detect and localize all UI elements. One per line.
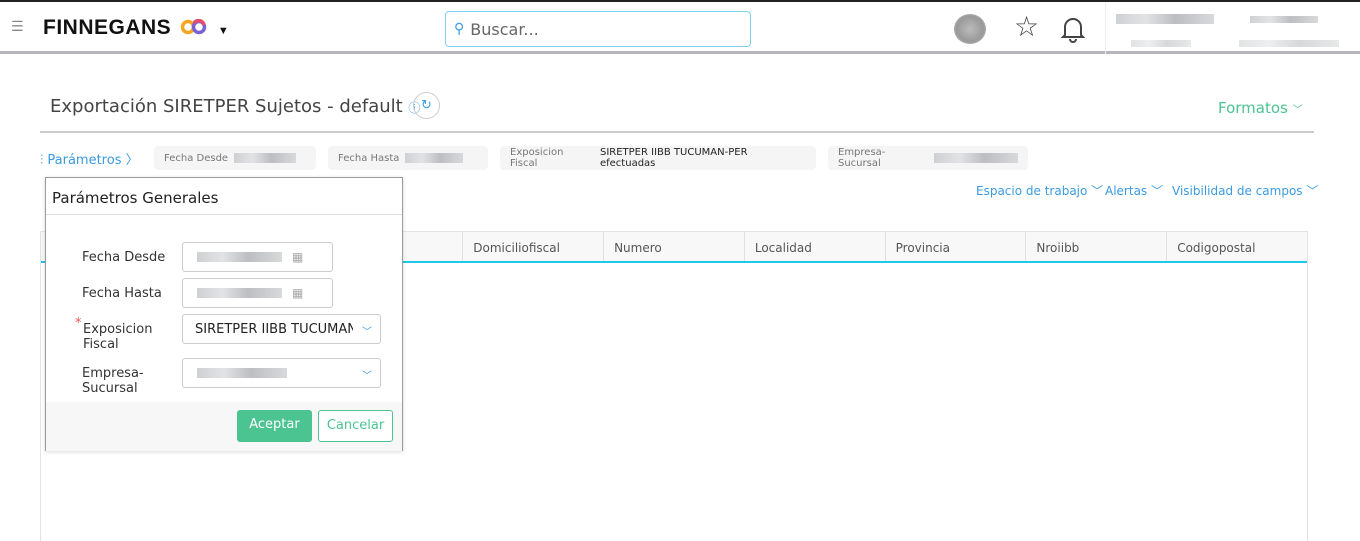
popup-footer: Aceptar Cancelar: [46, 402, 402, 451]
divider: [40, 131, 1314, 133]
chevron-down-icon: ﹀: [1292, 105, 1303, 116]
workspace-dropdown[interactable]: Espacio de trabajo ﹀: [976, 182, 1103, 199]
chip-fecha-hasta[interactable]: Fecha Hasta: [328, 146, 488, 170]
exposicion-fiscal-select[interactable]: SIRETPER IIBB TUCUMAN ﹀: [182, 314, 381, 344]
top-bar: ☰ FINNEGANS ▼ ⚲ Buscar... ☆: [0, 0, 1360, 54]
menu-icon[interactable]: ☰: [11, 20, 24, 34]
user-info[interactable]: [1105, 2, 1345, 54]
sliders-icon: ⫶: [40, 153, 44, 168]
brand-dropdown-icon[interactable]: ▼: [218, 25, 229, 37]
cancel-button[interactable]: Cancelar: [318, 410, 393, 442]
chevron-down-icon: ﹀: [362, 327, 372, 338]
search-input[interactable]: ⚲ Buscar...: [445, 11, 751, 47]
refresh-button[interactable]: ↻: [413, 92, 440, 119]
label-fecha-hasta: Fecha Hasta: [82, 286, 162, 301]
user-avatar-icon[interactable]: [954, 14, 986, 44]
label-fecha-desde: Fecha Desde: [82, 250, 166, 265]
alerts-dropdown[interactable]: Alertas ﹀: [1105, 182, 1163, 199]
column-header[interactable]: Localidad: [743, 232, 885, 261]
column-header[interactable]: Nroiibb: [1025, 232, 1166, 261]
star-icon[interactable]: ☆: [1014, 10, 1039, 43]
column-header[interactable]: Numero: [603, 232, 744, 261]
chip-exposicion-fiscal[interactable]: Exposicion Fiscal SIRETPER IIBB TUCUMAN-P…: [500, 146, 816, 170]
popup-title: Parámetros Generales: [46, 178, 402, 215]
label-empresa-sucursal: Empresa-Sucursal: [82, 366, 144, 396]
visibility-dropdown[interactable]: Visibilidad de campos ﹀: [1172, 182, 1318, 199]
fecha-hasta-input[interactable]: ▦: [182, 278, 333, 308]
required-mark: *: [75, 316, 82, 331]
parametros-popup: Parámetros Generales Fecha Desde ▦ Fecha…: [45, 177, 403, 451]
accept-button[interactable]: Aceptar: [237, 410, 312, 442]
chip-fecha-desde[interactable]: Fecha Desde: [154, 146, 316, 170]
formatos-dropdown[interactable]: Formatos ﹀: [1218, 99, 1303, 117]
brand-logo[interactable]: FINNEGANS ▼: [43, 16, 229, 40]
page-title: Exportación SIRETPER Sujetos - default ⓘ: [50, 96, 421, 117]
chip-empresa-sucursal[interactable]: Empresa-Sucursal: [828, 146, 1028, 170]
search-icon: ⚲: [454, 21, 465, 37]
fecha-desde-input[interactable]: ▦: [182, 242, 333, 272]
calendar-icon[interactable]: ▦: [292, 286, 303, 300]
parametros-toggle[interactable]: ⫶ Parámetros 〉: [40, 149, 139, 168]
column-header[interactable]: Codigopostal: [1166, 232, 1307, 261]
column-header[interactable]: Domiciliofiscal: [462, 232, 603, 261]
empresa-sucursal-select[interactable]: ﹀: [182, 358, 381, 388]
column-header[interactable]: Provincia: [884, 232, 1026, 261]
chevron-down-icon: ﹀: [362, 371, 372, 382]
calendar-icon[interactable]: ▦: [292, 250, 303, 264]
label-exposicion-fiscal: Exposicion Fiscal: [83, 322, 153, 352]
brand-infinity-icon: [180, 18, 206, 35]
bell-icon[interactable]: [1060, 15, 1086, 47]
